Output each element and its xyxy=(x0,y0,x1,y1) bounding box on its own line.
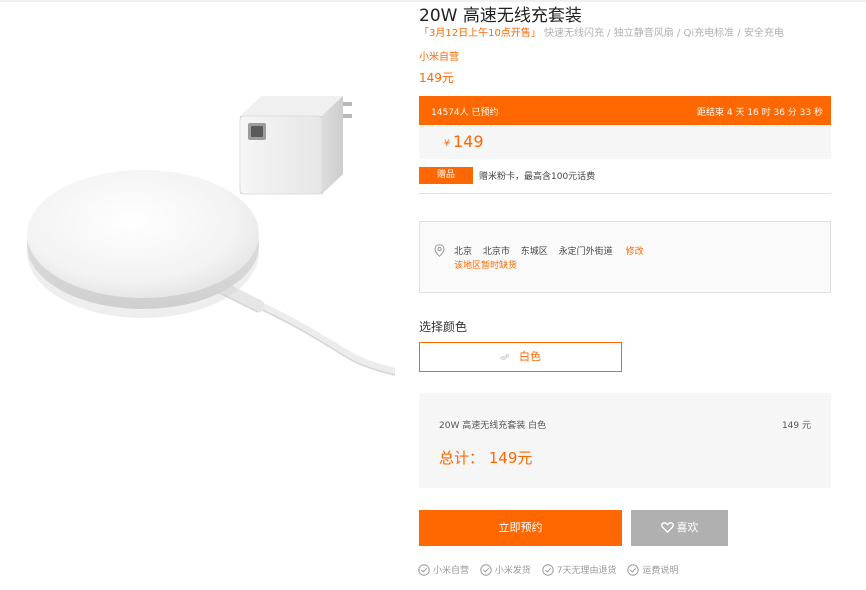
color-thumbnail-icon xyxy=(500,354,509,360)
assurance-list: 小米自营 小米发货 7天无理由退货 运费说明 xyxy=(418,563,686,579)
check-circle-icon xyxy=(627,563,640,576)
address-street: 永定门外街道 xyxy=(558,247,613,257)
color-option-label: 白色 xyxy=(519,350,541,363)
price-amount: 149 xyxy=(453,132,484,151)
gift-row: 赠品 赠米粉卡，最高含100元话费 xyxy=(419,166,831,188)
color-option-white[interactable]: 白色 xyxy=(419,342,622,372)
promo-highlight: 「3月12日上午10点开售」 xyxy=(419,28,541,39)
check-circle-icon xyxy=(418,563,430,576)
seller-label: 小米自营 xyxy=(419,52,459,63)
assurance-label: 运费说明 xyxy=(642,566,679,576)
check-circle-icon xyxy=(480,563,492,576)
product-price: 149元 xyxy=(419,71,454,85)
assurance-label: 7天无理由退货 xyxy=(556,566,617,576)
gift-text: 赠米粉卡，最高含100元话费 xyxy=(479,172,596,182)
reserve-button[interactable]: 立即预约 xyxy=(419,510,622,546)
product-title: 20W 高速无线充套装 xyxy=(419,6,582,26)
like-label: 喜欢 xyxy=(676,521,699,534)
assurance-label: 小米发货 xyxy=(494,566,531,576)
address-district: 东城区 xyxy=(520,247,548,257)
address-province: 北京 xyxy=(454,247,473,257)
check-circle-icon xyxy=(542,563,554,576)
reservation-count: 14574人 已预约 xyxy=(431,108,499,118)
promo-features: 快速无线闪充 / 独立静音风扇 / Qi充电标准 / 安全充电 xyxy=(544,28,784,39)
edit-address-link[interactable]: 修改 xyxy=(626,247,644,257)
color-section-label: 选择颜色 xyxy=(419,320,468,334)
assurance-item: 小米发货 xyxy=(480,563,531,576)
summary-item: 20W 高速无线充套装 白色 xyxy=(439,421,547,431)
assurance-item[interactable]: 运费说明 xyxy=(627,563,678,576)
like-button[interactable]: 喜欢 xyxy=(631,510,728,546)
assurance-item: 小米自营 xyxy=(418,563,469,576)
product-image xyxy=(27,96,395,376)
address-line: 北京 北京市 东城区 永定门外街道 修改 xyxy=(454,244,652,257)
assurance-label: 小米自营 xyxy=(433,566,470,576)
address-box: 北京 北京市 东城区 永定门外街道 修改 该地区暂时缺货 xyxy=(419,221,831,293)
divider xyxy=(419,193,831,194)
price-box: ¥ 149 xyxy=(419,125,831,159)
currency-symbol: ¥ xyxy=(444,139,450,149)
stock-notice: 该地区暂时缺货 xyxy=(454,261,518,271)
address-city: 北京市 xyxy=(482,247,510,257)
gift-tag: 赠品 xyxy=(419,167,473,184)
location-pin-icon xyxy=(434,244,445,257)
assurance-item: 7天无理由退货 xyxy=(542,563,617,576)
order-summary: 20W 高速无线充套装 白色 149 元 总计： 149元 xyxy=(419,393,831,488)
reservation-bar: 14574人 已预约 距结束 4 天 16 时 36 分 33 秒 xyxy=(419,96,831,125)
countdown-timer: 距结束 4 天 16 时 36 分 33 秒 xyxy=(697,108,823,118)
summary-item-price: 149 元 xyxy=(781,421,811,431)
summary-total: 总计： 149元 xyxy=(439,449,533,467)
promo-text: 「3月12日上午10点开售」 快速无线闪充 / 独立静音风扇 / Qi充电标准 … xyxy=(419,24,784,39)
heart-icon xyxy=(660,521,674,533)
